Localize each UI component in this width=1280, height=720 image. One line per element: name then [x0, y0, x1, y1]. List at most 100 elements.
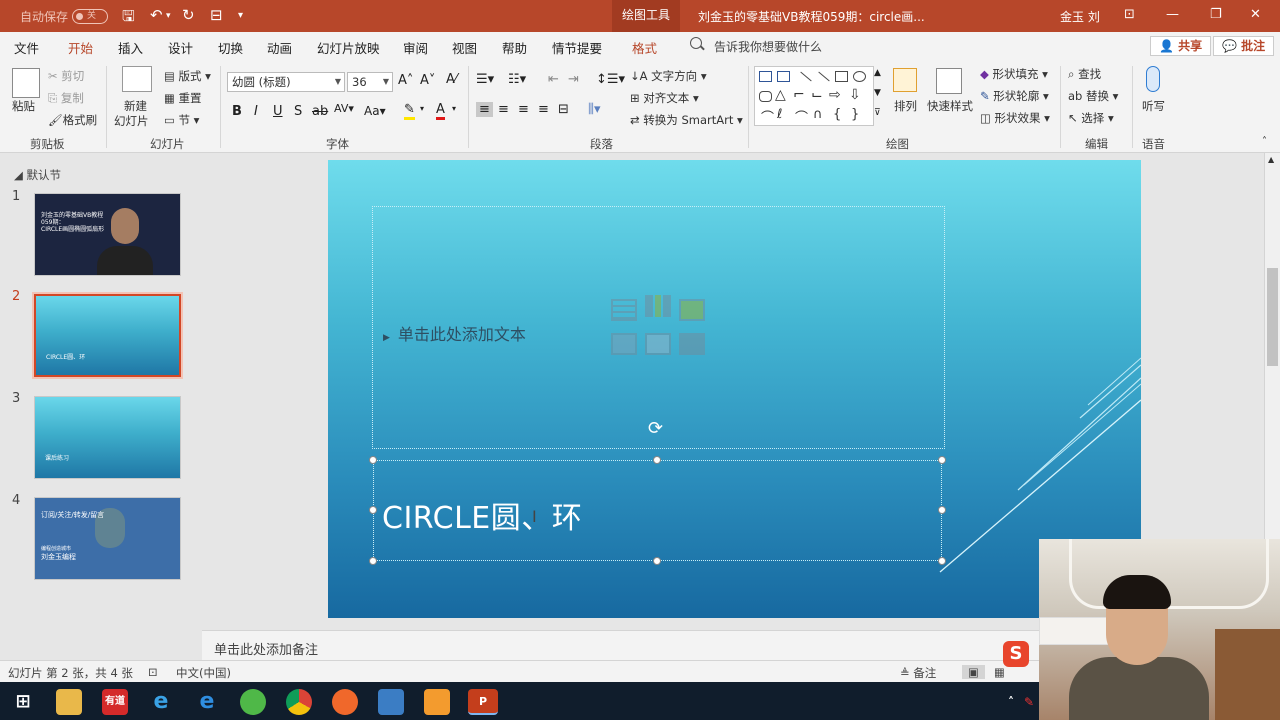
- textbox-shape-icon[interactable]: [759, 71, 772, 82]
- resize-handle[interactable]: [938, 506, 946, 514]
- content-placeholder[interactable]: ▶ 单击此处添加文本: [372, 206, 945, 449]
- slide-thumbnail-2[interactable]: CIRCLE圆、环: [32, 292, 183, 379]
- change-case-icon[interactable]: Aa▾: [364, 104, 386, 118]
- slide-thumbnail-1[interactable]: 刘金玉的零基础VB教程 059期： CIRCLE画圆椭圆弧扇形: [34, 193, 181, 276]
- tab-storyboard[interactable]: 情节提要: [552, 38, 602, 57]
- powerpoint-taskbar-icon[interactable]: P: [468, 689, 498, 715]
- tab-design[interactable]: 设计: [168, 38, 193, 57]
- tab-file[interactable]: 文件: [14, 38, 39, 57]
- quick-styles-icon[interactable]: [936, 68, 962, 94]
- accessibility-icon[interactable]: ⊡: [148, 665, 158, 679]
- resize-handle[interactable]: [369, 456, 377, 464]
- oval-shape-icon[interactable]: [853, 71, 866, 82]
- share-button[interactable]: 👤 共享: [1150, 36, 1212, 56]
- restore-icon[interactable]: ❐: [1210, 7, 1222, 22]
- arrange-button[interactable]: 排列: [894, 98, 917, 114]
- notes-placeholder[interactable]: 单击此处添加备注: [214, 639, 318, 658]
- firefox-icon[interactable]: [332, 689, 358, 715]
- comments-button[interactable]: 💬 批注: [1213, 36, 1275, 56]
- increase-indent-icon[interactable]: ⇥: [568, 72, 579, 87]
- find-button[interactable]: ⌕ 查找: [1068, 66, 1101, 82]
- scrollbar-thumb[interactable]: [1267, 268, 1278, 366]
- align-right-icon[interactable]: ≡: [518, 102, 529, 117]
- down-arrow-shape-icon[interactable]: ⇩: [849, 87, 861, 103]
- resize-handle[interactable]: [369, 557, 377, 565]
- notes-toggle-button[interactable]: ≜ 备注: [900, 665, 936, 681]
- resize-handle[interactable]: [938, 557, 946, 565]
- tab-insert[interactable]: 插入: [118, 38, 143, 57]
- scribble-shape-icon[interactable]: ℓ: [777, 107, 782, 122]
- smartart-button[interactable]: ⇄ 转换为 SmartArt ▾: [630, 112, 743, 128]
- slide-title[interactable]: CIRCLE圆、环: [382, 493, 582, 537]
- paste-button[interactable]: 粘贴: [12, 98, 35, 114]
- font-color-dropdown-icon[interactable]: ▾: [452, 104, 456, 113]
- normal-view-icon[interactable]: ▣: [962, 665, 985, 679]
- right-brace-shape-icon[interactable]: }: [851, 107, 859, 122]
- italic-icon[interactable]: I: [254, 104, 258, 119]
- remote-desktop-icon[interactable]: [378, 689, 404, 715]
- insert-chart-icon[interactable]: [645, 295, 671, 317]
- arrow-line-shape-icon[interactable]: [818, 71, 830, 82]
- video-app-icon[interactable]: [424, 689, 450, 715]
- reset-button[interactable]: ▦ 重置: [164, 90, 202, 106]
- highlight-icon[interactable]: ✎: [404, 102, 415, 120]
- microphone-icon[interactable]: [1146, 66, 1160, 92]
- tab-review[interactable]: 审阅: [403, 38, 428, 57]
- gallery-more-icon[interactable]: ⊽: [874, 108, 881, 118]
- minimize-icon[interactable]: —: [1166, 7, 1179, 22]
- undo-dropdown-icon[interactable]: ▾: [166, 11, 171, 21]
- vertical-textbox-shape-icon[interactable]: [777, 71, 790, 82]
- quick-styles-button[interactable]: 快速样式: [927, 98, 973, 114]
- autosave-toggle[interactable]: 关: [72, 9, 108, 24]
- replace-button[interactable]: ab 替换 ▾: [1068, 88, 1118, 104]
- content-prompt[interactable]: ▶ 单击此处添加文本: [383, 321, 526, 345]
- ribbon-display-icon[interactable]: ⊡: [1124, 7, 1135, 22]
- elbow-connector-shape-icon[interactable]: ⌐: [793, 87, 805, 103]
- char-spacing-icon[interactable]: AV▾: [334, 102, 354, 115]
- edge-icon[interactable]: e: [194, 689, 220, 715]
- numbering-icon[interactable]: ☷▾: [508, 72, 526, 87]
- clear-format-icon[interactable]: A⁄: [446, 72, 457, 87]
- section-header[interactable]: ◢ 默认节: [14, 167, 61, 183]
- layout-button[interactable]: ▤ 版式 ▾: [164, 68, 211, 84]
- justify-icon[interactable]: ≡: [538, 102, 549, 117]
- customize-qat-icon[interactable]: ▾: [238, 10, 243, 21]
- arrange-icon[interactable]: [893, 68, 917, 92]
- line-spacing-icon[interactable]: ↕☰▾: [596, 72, 625, 87]
- columns-icon[interactable]: ⫼▾: [588, 102, 601, 117]
- elbow-arrow-shape-icon[interactable]: ⌙: [811, 87, 823, 103]
- underline-icon[interactable]: U: [273, 104, 283, 119]
- align-center-icon[interactable]: ≡: [498, 102, 509, 117]
- sorter-view-icon[interactable]: ▦: [994, 665, 1005, 679]
- 360-browser-icon[interactable]: [240, 689, 266, 715]
- tab-view[interactable]: 视图: [452, 38, 477, 57]
- triangle-shape-icon[interactable]: △: [775, 87, 786, 103]
- section-button[interactable]: ▭ 节 ▾: [164, 112, 199, 128]
- font-name-select[interactable]: 幼圆 (标题) ▼: [227, 72, 345, 92]
- font-color-icon[interactable]: A: [436, 102, 445, 120]
- scroll-up-icon[interactable]: ▲: [1268, 155, 1274, 164]
- ie-icon[interactable]: e: [148, 689, 174, 715]
- distributed-icon[interactable]: ⊟: [558, 102, 569, 117]
- user-name[interactable]: 金玉 刘: [1060, 8, 1100, 25]
- line-shape-icon[interactable]: [800, 71, 812, 82]
- insert-online-picture-icon[interactable]: [645, 333, 671, 355]
- tab-home[interactable]: 开始: [68, 38, 94, 62]
- sogou-ime-icon[interactable]: S: [1003, 641, 1029, 667]
- paste-icon[interactable]: [12, 68, 40, 98]
- text-direction-button[interactable]: ↓A 文字方向 ▾: [630, 68, 707, 84]
- new-slide-label2[interactable]: 幻灯片: [114, 113, 149, 129]
- save-icon[interactable]: 🖫: [122, 6, 135, 31]
- bold-icon[interactable]: B: [232, 104, 242, 119]
- slide-thumbnail-4[interactable]: 订阅/关注/转发/留言 编程创造城市 刘金玉编程: [34, 497, 181, 580]
- chrome-icon[interactable]: [286, 689, 312, 715]
- file-explorer-icon[interactable]: [56, 689, 82, 715]
- freeform-shape-icon[interactable]: ⌒: [761, 107, 774, 126]
- increase-font-icon[interactable]: A˄: [398, 73, 413, 88]
- curve-shape-icon[interactable]: ∩: [813, 107, 823, 122]
- decrease-font-icon[interactable]: A˅: [420, 73, 435, 88]
- tab-animations[interactable]: 动画: [267, 38, 292, 57]
- gallery-up-icon[interactable]: ▲: [874, 68, 881, 78]
- undo-icon[interactable]: ↶: [150, 6, 163, 24]
- shadow-icon[interactable]: S: [294, 104, 302, 119]
